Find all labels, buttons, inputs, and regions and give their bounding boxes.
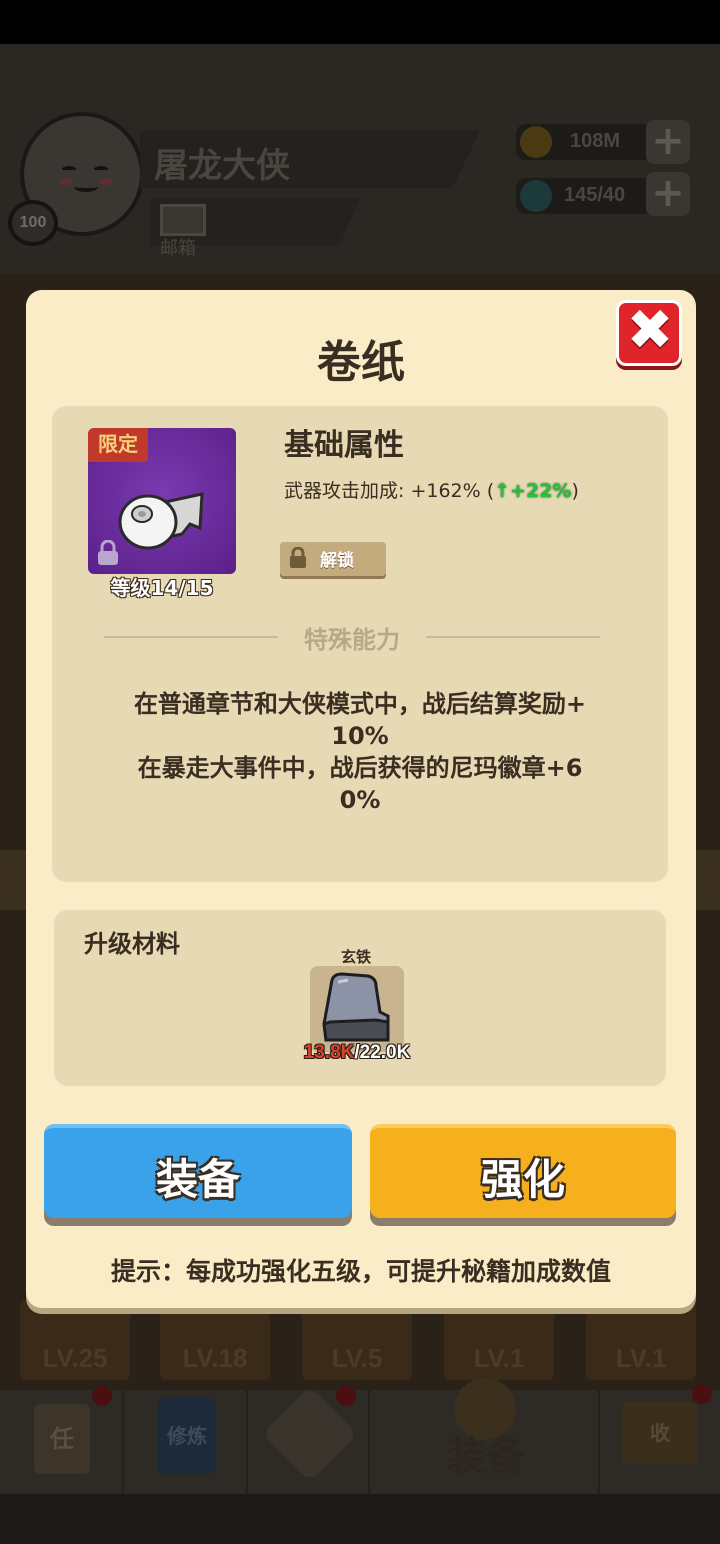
special-ability-description: 在普通章节和大侠模式中，战后结算奖励+ 10% 在暴走大事件中，战后获得的尼玛徽… — [82, 688, 638, 816]
enhance-button[interactable]: 强化 — [370, 1124, 676, 1218]
material-count: 13.8K/22.0K — [254, 1042, 460, 1064]
unlock-button[interactable]: 解锁 — [280, 542, 386, 576]
scroll-icon: 任 — [34, 1404, 90, 1474]
upgrade-materials-panel: 升级材料 玄铁 13.8K/22.0K — [54, 910, 666, 1086]
nav-equip-label: 装备 — [446, 1434, 526, 1480]
material-name: 玄铁 — [340, 948, 371, 966]
player-level-badge: 100 — [8, 200, 58, 246]
attack-bonus-line: 武器攻击加成: +162% (↑+22%) — [284, 476, 579, 503]
mail-icon[interactable] — [160, 204, 206, 236]
special-ability-title: 特殊能力 — [304, 626, 400, 654]
equipment-slot[interactable]: LV.18 — [160, 1300, 270, 1380]
attack-bonus-close: ) — [571, 480, 579, 502]
equip-button[interactable]: 装备 — [44, 1124, 352, 1218]
special-ability-line: 在普通章节和大侠模式中，战后结算奖励+ — [133, 690, 587, 718]
nav-tab-battle[interactable] — [248, 1385, 370, 1494]
special-ability-line: 在暴走大事件中，战后获得的尼玛徽章+6 — [137, 754, 583, 782]
attack-bonus-increase: ↑+22% — [494, 480, 572, 502]
player-name: 屠龙大侠 — [154, 146, 290, 186]
equip-button-label: 装备 — [155, 1155, 240, 1204]
chest-icon: 收 — [622, 1402, 698, 1464]
equipment-level: LV.5 — [331, 1343, 383, 1373]
equipment-level: LV.18 — [182, 1343, 248, 1373]
notification-dot — [692, 1384, 712, 1404]
materials-title: 升级材料 — [84, 930, 180, 958]
hint-text: 提示：每成功强化五级，可提升秘籍加成数值 — [110, 1257, 611, 1286]
limited-tag: 限定 — [88, 428, 148, 462]
equipment-level: LV.1 — [615, 1343, 667, 1373]
gem-icon — [520, 180, 552, 212]
notification-dot — [336, 1386, 356, 1406]
system-nav-area — [0, 1494, 720, 1544]
equipment-slot[interactable]: LV.5 — [302, 1300, 412, 1380]
notification-dot — [92, 1386, 112, 1406]
toilet-paper-icon — [118, 492, 204, 550]
equipment-level: LV.1 — [473, 1343, 525, 1373]
divider — [104, 636, 278, 638]
equipment-slot[interactable]: LV.25 — [20, 1300, 130, 1380]
book-icon: 修炼 — [158, 1398, 216, 1474]
divider — [426, 636, 600, 638]
nav-tab-collect[interactable]: 收 — [600, 1384, 720, 1494]
iron-ore-icon — [322, 972, 390, 1042]
item-card[interactable]: 限定 — [88, 428, 236, 574]
attack-bonus-label: 武器攻击加成: +162% ( — [284, 480, 495, 502]
lock-icon — [98, 540, 118, 565]
material-owned: 13.8K — [303, 1042, 355, 1063]
base-attributes-title: 基础属性 — [284, 428, 404, 463]
lock-icon — [290, 547, 306, 568]
bottom-nav: 任 修炼 收 — [0, 1378, 720, 1494]
add-coins-button[interactable]: + — [646, 120, 690, 164]
equipment-level: LV.25 — [42, 1343, 108, 1373]
add-gems-button[interactable]: + — [646, 172, 690, 216]
enhance-button-label: 强化 — [480, 1155, 565, 1204]
gems-value: 145/40 — [564, 184, 626, 206]
special-ability-line: 0% — [339, 786, 381, 814]
close-button[interactable]: ✖ — [616, 300, 682, 366]
item-level: 等级14/15 — [110, 576, 214, 600]
nav-tab-cultivate[interactable]: 修炼 — [124, 1390, 248, 1494]
equipment-slot[interactable]: LV.1 — [586, 1300, 696, 1380]
nav-tab-mission[interactable]: 任 — [0, 1386, 124, 1494]
unlock-label: 解锁 — [320, 551, 354, 571]
equipment-slot[interactable]: LV.1 — [444, 1300, 554, 1380]
avatar-face-icon — [60, 154, 112, 194]
item-info-panel: 限定 等级14/15 基础属性 武器攻击加成: +162% (↑+22%) 解锁 — [52, 406, 668, 882]
material-required: /22.0K — [354, 1042, 411, 1063]
coins-value: 108M — [570, 130, 621, 152]
coin-icon — [520, 126, 552, 158]
mail-label[interactable]: 邮箱 — [160, 234, 196, 260]
item-detail-dialog: 卷纸 ✖ 限定 等级14/15 基础属性 武器攻击加成: +162% (↑+22… — [26, 290, 696, 1308]
status-bar — [0, 0, 720, 44]
special-ability-line: 10% — [331, 722, 389, 750]
close-icon: ✖ — [626, 298, 674, 363]
dialog-title: 卷纸 — [317, 337, 405, 388]
equipment-row: LV.25 LV.18 LV.5 LV.1 LV.1 — [0, 1300, 720, 1390]
material-slot[interactable] — [310, 966, 404, 1052]
